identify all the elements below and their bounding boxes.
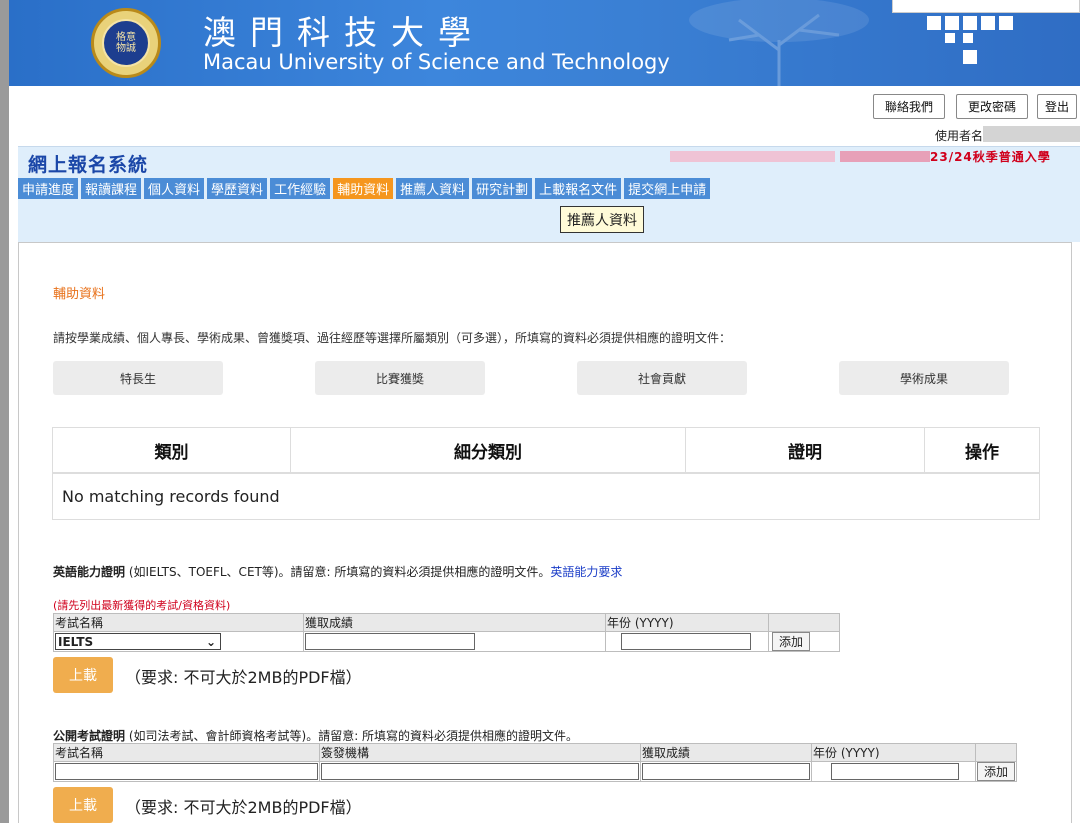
english-col-blank	[768, 613, 840, 632]
public-issuer-input[interactable]	[321, 763, 639, 780]
logo-seal: 格意 物誠	[102, 19, 150, 67]
tab-referee[interactable]: 推薦人資料	[396, 178, 470, 199]
applicant-id-redacted	[840, 151, 930, 162]
tab-programme[interactable]: 報讀課程	[81, 178, 142, 199]
change-password-button[interactable]: 更改密碼	[956, 94, 1028, 119]
english-col-year: 年份 (YYYY)	[605, 613, 769, 632]
public-exam-form: 考試名稱 簽發機構 獲取成績 年份 (YYYY) 添加	[53, 743, 1017, 782]
english-note: (請先列出最新獲得的考試/資格資料)	[53, 599, 231, 612]
system-title: 網上報名系統	[28, 154, 149, 176]
nav-tabs: 申請進度 報讀課程 個人資料 學歷資料 工作經驗 輔助資料 推薦人資料 研究計劃…	[18, 178, 713, 199]
english-proof-paragraph: 英語能力證明 (如IELTS、TOEFL、CET等)。請留意: 所填寫的資料必須…	[53, 563, 622, 580]
public-col-blank	[975, 743, 1017, 762]
tab-tooltip: 推薦人資料	[560, 206, 644, 233]
public-score-input[interactable]	[642, 763, 810, 780]
english-proof-title: 英語能力證明	[53, 565, 126, 579]
column-header-proof: 證明	[686, 428, 925, 472]
english-exam-form: 考試名稱 獲取成績 年份 (YYYY) IELTS ⌄ 添加	[53, 613, 840, 652]
table-empty-row: No matching records found	[62, 487, 280, 506]
column-header-action: 操作	[965, 442, 999, 463]
instruction-text: 請按學業成績、個人專長、學術成果、曾獲獎項、過往經歷等選擇所屬類別（可多選），所…	[53, 331, 732, 345]
applicant-redacted	[670, 151, 835, 162]
public-exam-paragraph: 公開考試證明 (如司法考試、會計師資格考試等)。請留意: 所填寫的資料必須提供相…	[53, 727, 578, 744]
tab-supplementary[interactable]: 輔助資料	[333, 178, 394, 199]
public-col-issuer: 簽發機構	[319, 743, 641, 762]
username-redacted	[983, 126, 1080, 142]
english-upload-button[interactable]: 上載	[53, 657, 113, 693]
english-year-input[interactable]	[621, 633, 751, 650]
tab-submit[interactable]: 提交網上申請	[624, 178, 711, 199]
university-name-cn: 澳門科技大學	[203, 13, 485, 52]
english-exam-selected: IELTS	[58, 634, 94, 649]
category-button-award[interactable]: 比賽獲獎	[315, 361, 485, 395]
supplementary-table: 類別 細分類別 證明 操作 No matching records found	[52, 427, 1040, 520]
tab-personal[interactable]: 個人資料	[144, 178, 205, 199]
username-label: 使用者名	[935, 129, 984, 143]
public-year-input[interactable]	[831, 763, 959, 780]
public-exam-title: 公開考試證明	[53, 729, 126, 743]
tab-work[interactable]: 工作經驗	[270, 178, 331, 199]
english-requirement-link[interactable]: 英語能力要求	[550, 565, 622, 579]
public-col-year: 年份 (YYYY)	[811, 743, 976, 762]
chevron-down-icon: ⌄	[205, 634, 216, 649]
english-col-exam-name: 考試名稱	[53, 613, 304, 632]
section-title: 輔助資料	[53, 287, 106, 302]
top-right-overlay	[892, 0, 1080, 13]
english-upload-note: （要求: 不可大於2MB的PDF檔）	[125, 668, 362, 687]
contact-us-button[interactable]: 聯絡我們	[873, 94, 945, 119]
logout-button[interactable]: 登出	[1037, 94, 1077, 119]
left-edge-strip	[0, 0, 9, 823]
public-exam-name-input[interactable]	[55, 763, 318, 780]
category-button-talent[interactable]: 特長生	[53, 361, 223, 395]
tab-research-plan[interactable]: 研究計劃	[472, 178, 533, 199]
university-logo: 格意 物誠	[91, 8, 161, 78]
table-header: 類別 細分類別 證明 操作	[53, 428, 1039, 474]
column-header-category: 類別	[53, 428, 291, 472]
university-name-en: Macau University of Science and Technolo…	[203, 50, 670, 74]
english-add-button[interactable]: 添加	[772, 632, 810, 651]
public-add-button[interactable]: 添加	[977, 762, 1015, 781]
tab-upload-documents[interactable]: 上載報名文件	[535, 178, 622, 199]
tab-education[interactable]: 學歷資料	[207, 178, 268, 199]
main-panel: 輔助資料 請按學業成績、個人專長、學術成果、曾獲獎項、過往經歷等選擇所屬類別（可…	[18, 242, 1072, 823]
public-exam-desc: (如司法考試、會計師資格考試等)。請留意: 所填寫的資料必須提供相應的證明文件。	[125, 729, 579, 743]
english-exam-select[interactable]: IELTS ⌄	[55, 633, 221, 650]
english-score-input[interactable]	[305, 633, 475, 650]
english-col-score: 獲取成績	[303, 613, 606, 632]
category-button-academic[interactable]: 學術成果	[839, 361, 1009, 395]
semester-label: 23/24秋季普通入學	[930, 150, 1051, 164]
public-upload-button[interactable]: 上載	[53, 787, 113, 823]
category-button-social[interactable]: 社會貢獻	[577, 361, 747, 395]
column-header-subcategory: 細分類別	[291, 428, 686, 472]
public-col-score: 獲取成績	[640, 743, 812, 762]
public-upload-note: （要求: 不可大於2MB的PDF檔）	[125, 798, 362, 817]
system-header: 網上報名系統 23/24秋季普通入學 申請進度 報讀課程 個人資料 學歷資料 工…	[18, 146, 1080, 242]
public-col-exam-name: 考試名稱	[53, 743, 320, 762]
banner-tree-decoration	[689, 0, 869, 86]
tab-progress[interactable]: 申請進度	[18, 178, 79, 199]
english-proof-desc: (如IELTS、TOEFL、CET等)。請留意: 所填寫的資料必須提供相應的證明…	[125, 565, 551, 579]
